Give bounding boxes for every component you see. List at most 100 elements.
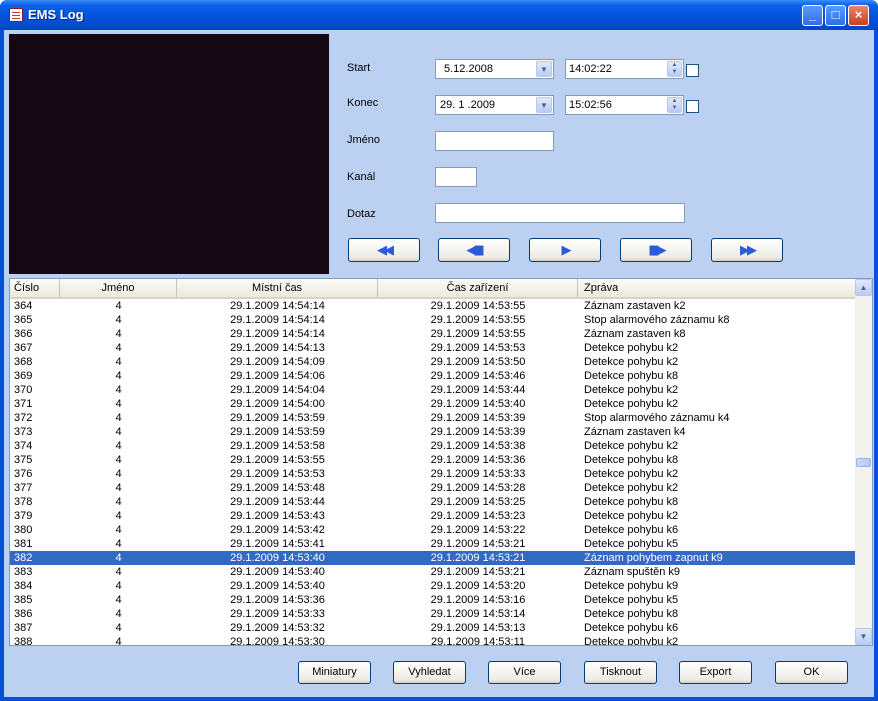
table-cell: 29.1.2009 14:53:21 (430, 538, 526, 550)
end-time-checkbox[interactable] (686, 100, 699, 113)
table-cell: Detekce pohybu k6 (584, 622, 679, 634)
table-cell: 29.1.2009 14:53:13 (430, 622, 526, 634)
table-row[interactable]: 371 4 29.1.2009 14:54:00 29.1.2009 14:53:40… (10, 397, 855, 411)
table-row[interactable]: 365 4 29.1.2009 14:54:14 29.1.2009 14:53:55… (10, 313, 855, 327)
minimize-icon[interactable]: _ (802, 5, 823, 26)
end-label: Konec (347, 97, 379, 109)
table-cell: 29.1.2009 14:53:11 (431, 636, 525, 646)
spin-updown-icon[interactable]: ▲ ▼ (667, 97, 682, 113)
vertical-scrollbar[interactable]: ▲ ▼ (855, 279, 872, 645)
table-cell: 4 (115, 342, 122, 354)
print-button[interactable]: Tisknout (584, 661, 657, 684)
channel-label: Kanál (347, 171, 376, 183)
column-header-name[interactable]: Jméno (60, 279, 177, 297)
table-row[interactable]: 388 4 29.1.2009 14:53:30 29.1.2009 14:53:11… (10, 635, 855, 646)
table-row[interactable]: 370 4 29.1.2009 14:54:04 29.1.2009 14:53:44… (10, 383, 855, 397)
end-time-spinner[interactable]: 15:02:56 ▲ ▼ (565, 95, 684, 115)
scroll-up-icon[interactable]: ▲ (855, 279, 872, 296)
scroll-down-icon[interactable]: ▼ (855, 628, 872, 645)
start-date-picker[interactable]: 5.12.2008 ▼ (435, 59, 554, 79)
table-row[interactable]: 380 4 29.1.2009 14:53:42 29.1.2009 14:53:22… (10, 523, 855, 537)
table-cell: 370 (14, 384, 33, 396)
table-cell: 29.1.2009 14:53:33 (430, 468, 526, 480)
table-cell: 4 (115, 482, 122, 494)
table-cell: 373 (14, 426, 33, 438)
table-cell: 387 (14, 622, 33, 634)
table-cell: Detekce pohybu k2 (584, 384, 679, 396)
table-row[interactable]: 366 4 29.1.2009 14:54:14 29.1.2009 14:53:55… (10, 327, 855, 341)
thumbnails-button[interactable]: Miniatury (298, 661, 371, 684)
query-input[interactable] (435, 203, 685, 223)
search-button[interactable]: Vyhledat (393, 661, 466, 684)
table-row[interactable]: 381 4 29.1.2009 14:53:41 29.1.2009 14:53:21… (10, 537, 855, 551)
table-row[interactable]: 384 4 29.1.2009 14:53:40 29.1.2009 14:53:20… (10, 579, 855, 593)
name-input[interactable] (435, 131, 554, 151)
table-cell: 29.1.2009 14:53:36 (230, 594, 325, 606)
table-cell: 386 (14, 608, 33, 620)
column-header-device-time[interactable]: Čas zařízení (378, 279, 578, 297)
table-cell: 4 (115, 300, 122, 312)
table-row[interactable]: 379 4 29.1.2009 14:53:43 29.1.2009 14:53:23… (10, 509, 855, 523)
column-header-local-time[interactable]: Místní čas (177, 279, 378, 297)
last-button[interactable]: ▶▶ (711, 238, 783, 262)
column-header-number[interactable]: Číslo (10, 279, 60, 297)
table-cell: 29.1.2009 14:54:06 (230, 370, 325, 382)
table-cell: Záznam zastaven k8 (584, 328, 686, 340)
chevron-down-icon[interactable]: ▼ (536, 61, 552, 77)
start-time-checkbox[interactable] (686, 64, 699, 77)
table-cell: 385 (14, 594, 33, 606)
table-cell: 371 (14, 398, 33, 410)
prev-button[interactable]: ◀▮▮ (438, 238, 510, 262)
table-row[interactable]: 368 4 29.1.2009 14:54:09 29.1.2009 14:53:50… (10, 355, 855, 369)
start-time-spinner[interactable]: 14:02:22 ▲ ▼ (565, 59, 684, 79)
table-row[interactable]: 375 4 29.1.2009 14:53:55 29.1.2009 14:53:36… (10, 453, 855, 467)
table-row[interactable]: 378 4 29.1.2009 14:53:44 29.1.2009 14:53:25… (10, 495, 855, 509)
table-cell: 29.1.2009 14:53:32 (230, 622, 325, 634)
table-cell: 4 (115, 328, 122, 340)
end-date-picker[interactable]: 29. 1 .2009 ▼ (435, 95, 554, 115)
table-row[interactable]: 386 4 29.1.2009 14:53:33 29.1.2009 14:53:14… (10, 607, 855, 621)
table-cell: 29.1.2009 14:53:53 (430, 342, 526, 354)
end-date-value: 29. 1 .2009 (440, 99, 496, 111)
channel-input[interactable] (435, 167, 477, 187)
table-row[interactable]: 382 4 29.1.2009 14:53:40 29.1.2009 14:53:21… (10, 551, 855, 565)
start-date-value: 5.12.2008 (444, 63, 493, 75)
table-row[interactable]: 367 4 29.1.2009 14:54:13 29.1.2009 14:53:53… (10, 341, 855, 355)
table-row[interactable]: 374 4 29.1.2009 14:53:58 29.1.2009 14:53:38… (10, 439, 855, 453)
column-header-message[interactable]: Zpráva (578, 279, 855, 297)
title-bar[interactable]: EMS Log _ □ × (0, 0, 878, 30)
table-cell: 29.1.2009 14:53:55 (430, 328, 526, 340)
table-cell: 29.1.2009 14:54:14 (230, 314, 325, 326)
table-cell: Detekce pohybu k8 (584, 608, 679, 620)
table-body: 364 4 29.1.2009 14:54:14 29.1.2009 14:53:55… (10, 299, 855, 646)
table-row[interactable]: 372 4 29.1.2009 14:53:59 29.1.2009 14:53:39… (10, 411, 855, 425)
table-cell: 4 (115, 370, 122, 382)
table-row[interactable]: 387 4 29.1.2009 14:53:32 29.1.2009 14:53:13… (10, 621, 855, 635)
table-row[interactable]: 383 4 29.1.2009 14:53:40 29.1.2009 14:53:21… (10, 565, 855, 579)
table-row[interactable]: 385 4 29.1.2009 14:53:36 29.1.2009 14:53:16… (10, 593, 855, 607)
table-cell: Detekce pohybu k5 (584, 538, 679, 550)
export-button[interactable]: Export (679, 661, 752, 684)
table-row[interactable]: 373 4 29.1.2009 14:53:59 29.1.2009 14:53:39… (10, 425, 855, 439)
table-row[interactable]: 369 4 29.1.2009 14:54:06 29.1.2009 14:53:46… (10, 369, 855, 383)
table-cell: 4 (115, 580, 122, 592)
spin-updown-icon[interactable]: ▲ ▼ (667, 61, 682, 77)
table-row[interactable]: 376 4 29.1.2009 14:53:53 29.1.2009 14:53:33… (10, 467, 855, 481)
table-cell: 383 (14, 566, 33, 578)
table-cell: 29.1.2009 14:53:33 (230, 608, 325, 620)
table-row[interactable]: 364 4 29.1.2009 14:54:14 29.1.2009 14:53:55… (10, 299, 855, 313)
table-cell: 377 (14, 482, 33, 494)
close-icon[interactable]: × (848, 5, 869, 26)
table-cell: Záznam zastaven k2 (584, 300, 686, 312)
ok-button[interactable]: OK (775, 661, 848, 684)
more-button[interactable]: Více (488, 661, 561, 684)
table-cell: 4 (115, 426, 122, 438)
play-button[interactable]: ▶ (529, 238, 601, 262)
maximize-icon[interactable]: □ (825, 5, 846, 26)
chevron-down-icon[interactable]: ▼ (536, 97, 552, 113)
first-button[interactable]: ◀◀ (348, 238, 420, 262)
table-row[interactable]: 377 4 29.1.2009 14:53:48 29.1.2009 14:53:28… (10, 481, 855, 495)
log-table: Číslo Jméno Místní čas Čas zařízení Zprá… (9, 278, 873, 646)
next-button[interactable]: ▮▮▶ (620, 238, 692, 262)
scroll-thumb[interactable] (856, 458, 871, 467)
